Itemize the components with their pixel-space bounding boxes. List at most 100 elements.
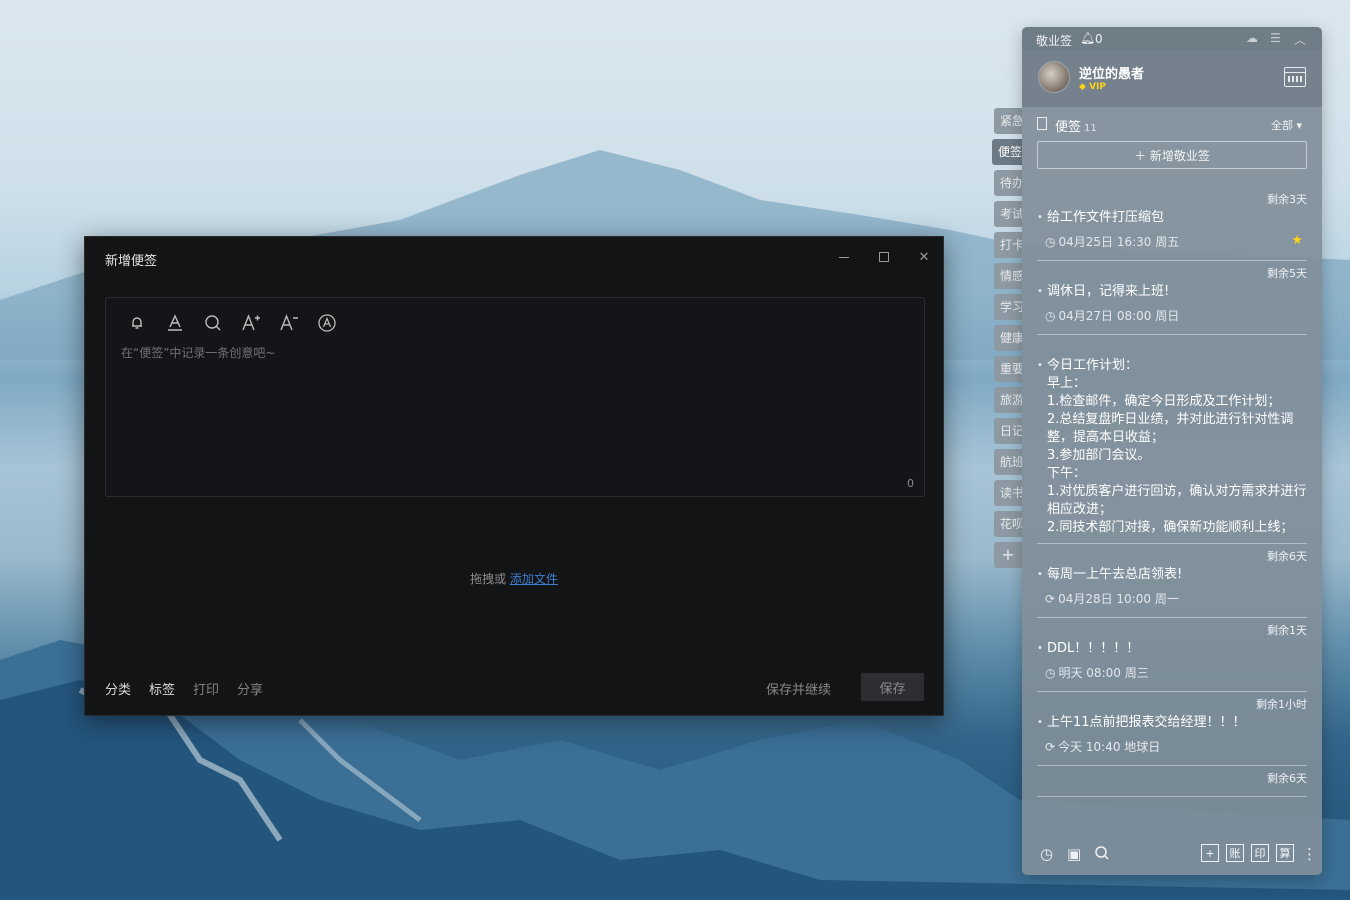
remaining-time: 剩余6天	[1267, 772, 1307, 785]
category-tab[interactable]: 便签	[992, 139, 1022, 165]
archive-icon[interactable]: ▣	[1067, 845, 1081, 863]
category-tab[interactable]: 学习	[994, 294, 1022, 320]
close-icon: ✕	[918, 249, 930, 265]
category-tab[interactable]: 旅游	[994, 387, 1022, 413]
category-tab[interactable]: 健康	[994, 325, 1022, 351]
note-reminder: ◷ 04月25日 16:30 周五	[1037, 233, 1307, 250]
more-icon[interactable]: ⋮	[1302, 845, 1317, 863]
sticky-note-panel: 敬业签 🔔︎ 0 ☁ ☰ ︿ 逆位的愚者 ◆ VIP 便签 11 全部 ▾ ＋ 新…	[1022, 27, 1322, 875]
user-name[interactable]: 逆位的愚者	[1079, 63, 1144, 82]
user-bar: 逆位的愚者 ◆ VIP	[1022, 51, 1322, 107]
menu-icon[interactable]: ☰	[1270, 31, 1281, 45]
note-reminder: ◷ 明天 08:00 周三	[1037, 664, 1307, 681]
category-tab[interactable]: 待办	[994, 170, 1022, 196]
cloud-sync-icon[interactable]: ☁	[1246, 31, 1258, 45]
font-color-icon[interactable]	[164, 312, 186, 334]
file-drop-zone[interactable]: 拖拽或 添加文件	[85, 570, 943, 587]
minimize-button[interactable]	[832, 247, 856, 267]
reminder-time: 今天 10:40 地球日	[1058, 740, 1161, 754]
note-placeholder: 在“便签”中记录一条创意吧~	[121, 346, 276, 360]
repeat-icon: ⟳	[1045, 592, 1056, 606]
category-tab[interactable]: 花呗	[994, 511, 1022, 537]
close-button[interactable]: ✕	[912, 247, 936, 267]
new-note-button[interactable]: ＋ 新增敬业签	[1037, 141, 1307, 169]
font-increase-icon[interactable]	[240, 312, 262, 334]
clock-icon: ◷	[1045, 309, 1056, 323]
note-list[interactable]: 剩余3天给工作文件打压缩包◷04月25日 16:30 周五★剩余5天调休日，记得…	[1022, 187, 1322, 833]
avatar[interactable]	[1038, 61, 1070, 93]
note-text: DDL！！！！！	[1037, 640, 1307, 658]
category-tab[interactable]: 重要	[994, 356, 1022, 382]
note-input[interactable]: 在“便签”中记录一条创意吧~ 0	[105, 297, 925, 497]
plus-icon: ＋	[1134, 148, 1147, 163]
calendar-icon[interactable]	[1284, 67, 1306, 87]
share-button[interactable]: 分享	[237, 679, 263, 698]
note-item[interactable]: 剩余6天	[1037, 766, 1307, 797]
star-icon[interactable]: ★	[1291, 233, 1303, 248]
caret-down-icon: ▾	[1296, 119, 1303, 132]
reminder-time: 04月27日 08:00 周日	[1058, 309, 1180, 323]
vip-badge: ◆ VIP	[1079, 82, 1106, 92]
search-icon[interactable]	[1094, 845, 1110, 865]
note-reminder: ⟳ 今天 10:40 地球日	[1037, 738, 1307, 755]
category-tab[interactable]: 紧急	[994, 108, 1022, 134]
maximize-button[interactable]	[872, 247, 896, 267]
add-file-link[interactable]: 添加文件	[510, 572, 558, 586]
bell-icon[interactable]	[126, 312, 148, 334]
category-tab[interactable]: 打卡	[994, 232, 1022, 258]
note-text: 调休日，记得来上班!	[1037, 283, 1307, 301]
panel-bottom-bar: ◷ ▣ + 账 印 算 ⋮	[1022, 833, 1322, 875]
notification-count: 0	[1095, 32, 1103, 46]
collapse-icon[interactable]: ︿	[1294, 31, 1306, 48]
bookmark-icon	[1037, 117, 1047, 130]
print-button[interactable]: 打印	[193, 679, 219, 698]
remaining-time: 剩余1小时	[1256, 698, 1307, 711]
drop-text: 拖拽或	[470, 572, 507, 586]
category-tab[interactable]: 航班	[994, 449, 1022, 475]
add-category-button[interactable]: +	[994, 542, 1022, 568]
note-text: 今日工作计划： 早上： 1.检查邮件，确定今日形成及工作计划； 2.总结复盘昨日…	[1037, 357, 1307, 533]
note-item[interactable]: 剩余3天给工作文件打压缩包◷04月25日 16:30 周五★	[1037, 187, 1307, 261]
maximize-icon	[879, 252, 889, 262]
note-item[interactable]: 剩余1小时上午11点前把报表交给经理！！！ ⟳今天 10:40 地球日	[1037, 692, 1307, 766]
remaining-time: 剩余1天	[1267, 624, 1307, 637]
section-count: 11	[1084, 123, 1097, 134]
char-counter: 0	[907, 477, 914, 490]
note-text: 每周一上午去总店领表!	[1037, 566, 1307, 584]
search-icon[interactable]	[202, 312, 224, 334]
note-reminder: ⟳ 04月28日 10:00 周一	[1037, 590, 1307, 607]
note-item[interactable]: 剩余6天每周一上午去总店领表! ⟳04月28日 10:00 周一	[1037, 544, 1307, 618]
note-item[interactable]: 剩余5天调休日，记得来上班! ◷04月27日 08:00 周日	[1037, 261, 1307, 335]
repeat-icon: ⟳	[1045, 740, 1056, 754]
add-square-button[interactable]: +	[1201, 844, 1219, 862]
note-item[interactable]: 今日工作计划： 早上： 1.检查邮件，确定今日形成及工作计划； 2.总结复盘昨日…	[1037, 335, 1307, 544]
minimize-icon	[839, 256, 849, 258]
category-button[interactable]: 分类	[105, 679, 131, 698]
clock-icon: ◷	[1045, 666, 1056, 680]
calculate-button[interactable]: 算	[1276, 844, 1294, 862]
category-tab[interactable]: 考试	[994, 201, 1022, 227]
note-reminder: ◷ 04月27日 08:00 周日	[1037, 307, 1307, 324]
clear-format-icon[interactable]	[316, 312, 338, 334]
category-tab[interactable]: 情感	[994, 263, 1022, 289]
category-tab[interactable]: 日记	[994, 418, 1022, 444]
clock-icon[interactable]: ◷	[1040, 845, 1053, 863]
remaining-time: 剩余5天	[1267, 267, 1307, 280]
save-button[interactable]: 保存	[861, 673, 924, 701]
print-square-button[interactable]: 印	[1251, 844, 1269, 862]
remaining-time: 剩余6天	[1267, 550, 1307, 563]
tag-button[interactable]: 标签	[149, 679, 175, 698]
window-title: 新增便签	[105, 254, 158, 269]
font-decrease-icon[interactable]	[278, 312, 300, 334]
footer-actions: 分类 标签 打印 分享	[105, 679, 263, 698]
bell-icon[interactable]: 🔔︎	[1080, 31, 1095, 45]
note-item[interactable]: 剩余1天 DDL！！！！！ ◷明天 08:00 周三	[1037, 618, 1307, 692]
account-button[interactable]: 账	[1226, 844, 1244, 862]
filter-label: 全部	[1271, 119, 1293, 132]
category-tab[interactable]: 读书	[994, 480, 1022, 506]
diamond-icon: ◆	[1079, 82, 1086, 92]
remaining-time	[1037, 339, 1307, 355]
note-text: 给工作文件打压缩包	[1037, 209, 1307, 227]
save-and-continue-button[interactable]: 保存并继续	[766, 679, 831, 698]
filter-dropdown[interactable]: 全部 ▾	[1271, 117, 1302, 133]
